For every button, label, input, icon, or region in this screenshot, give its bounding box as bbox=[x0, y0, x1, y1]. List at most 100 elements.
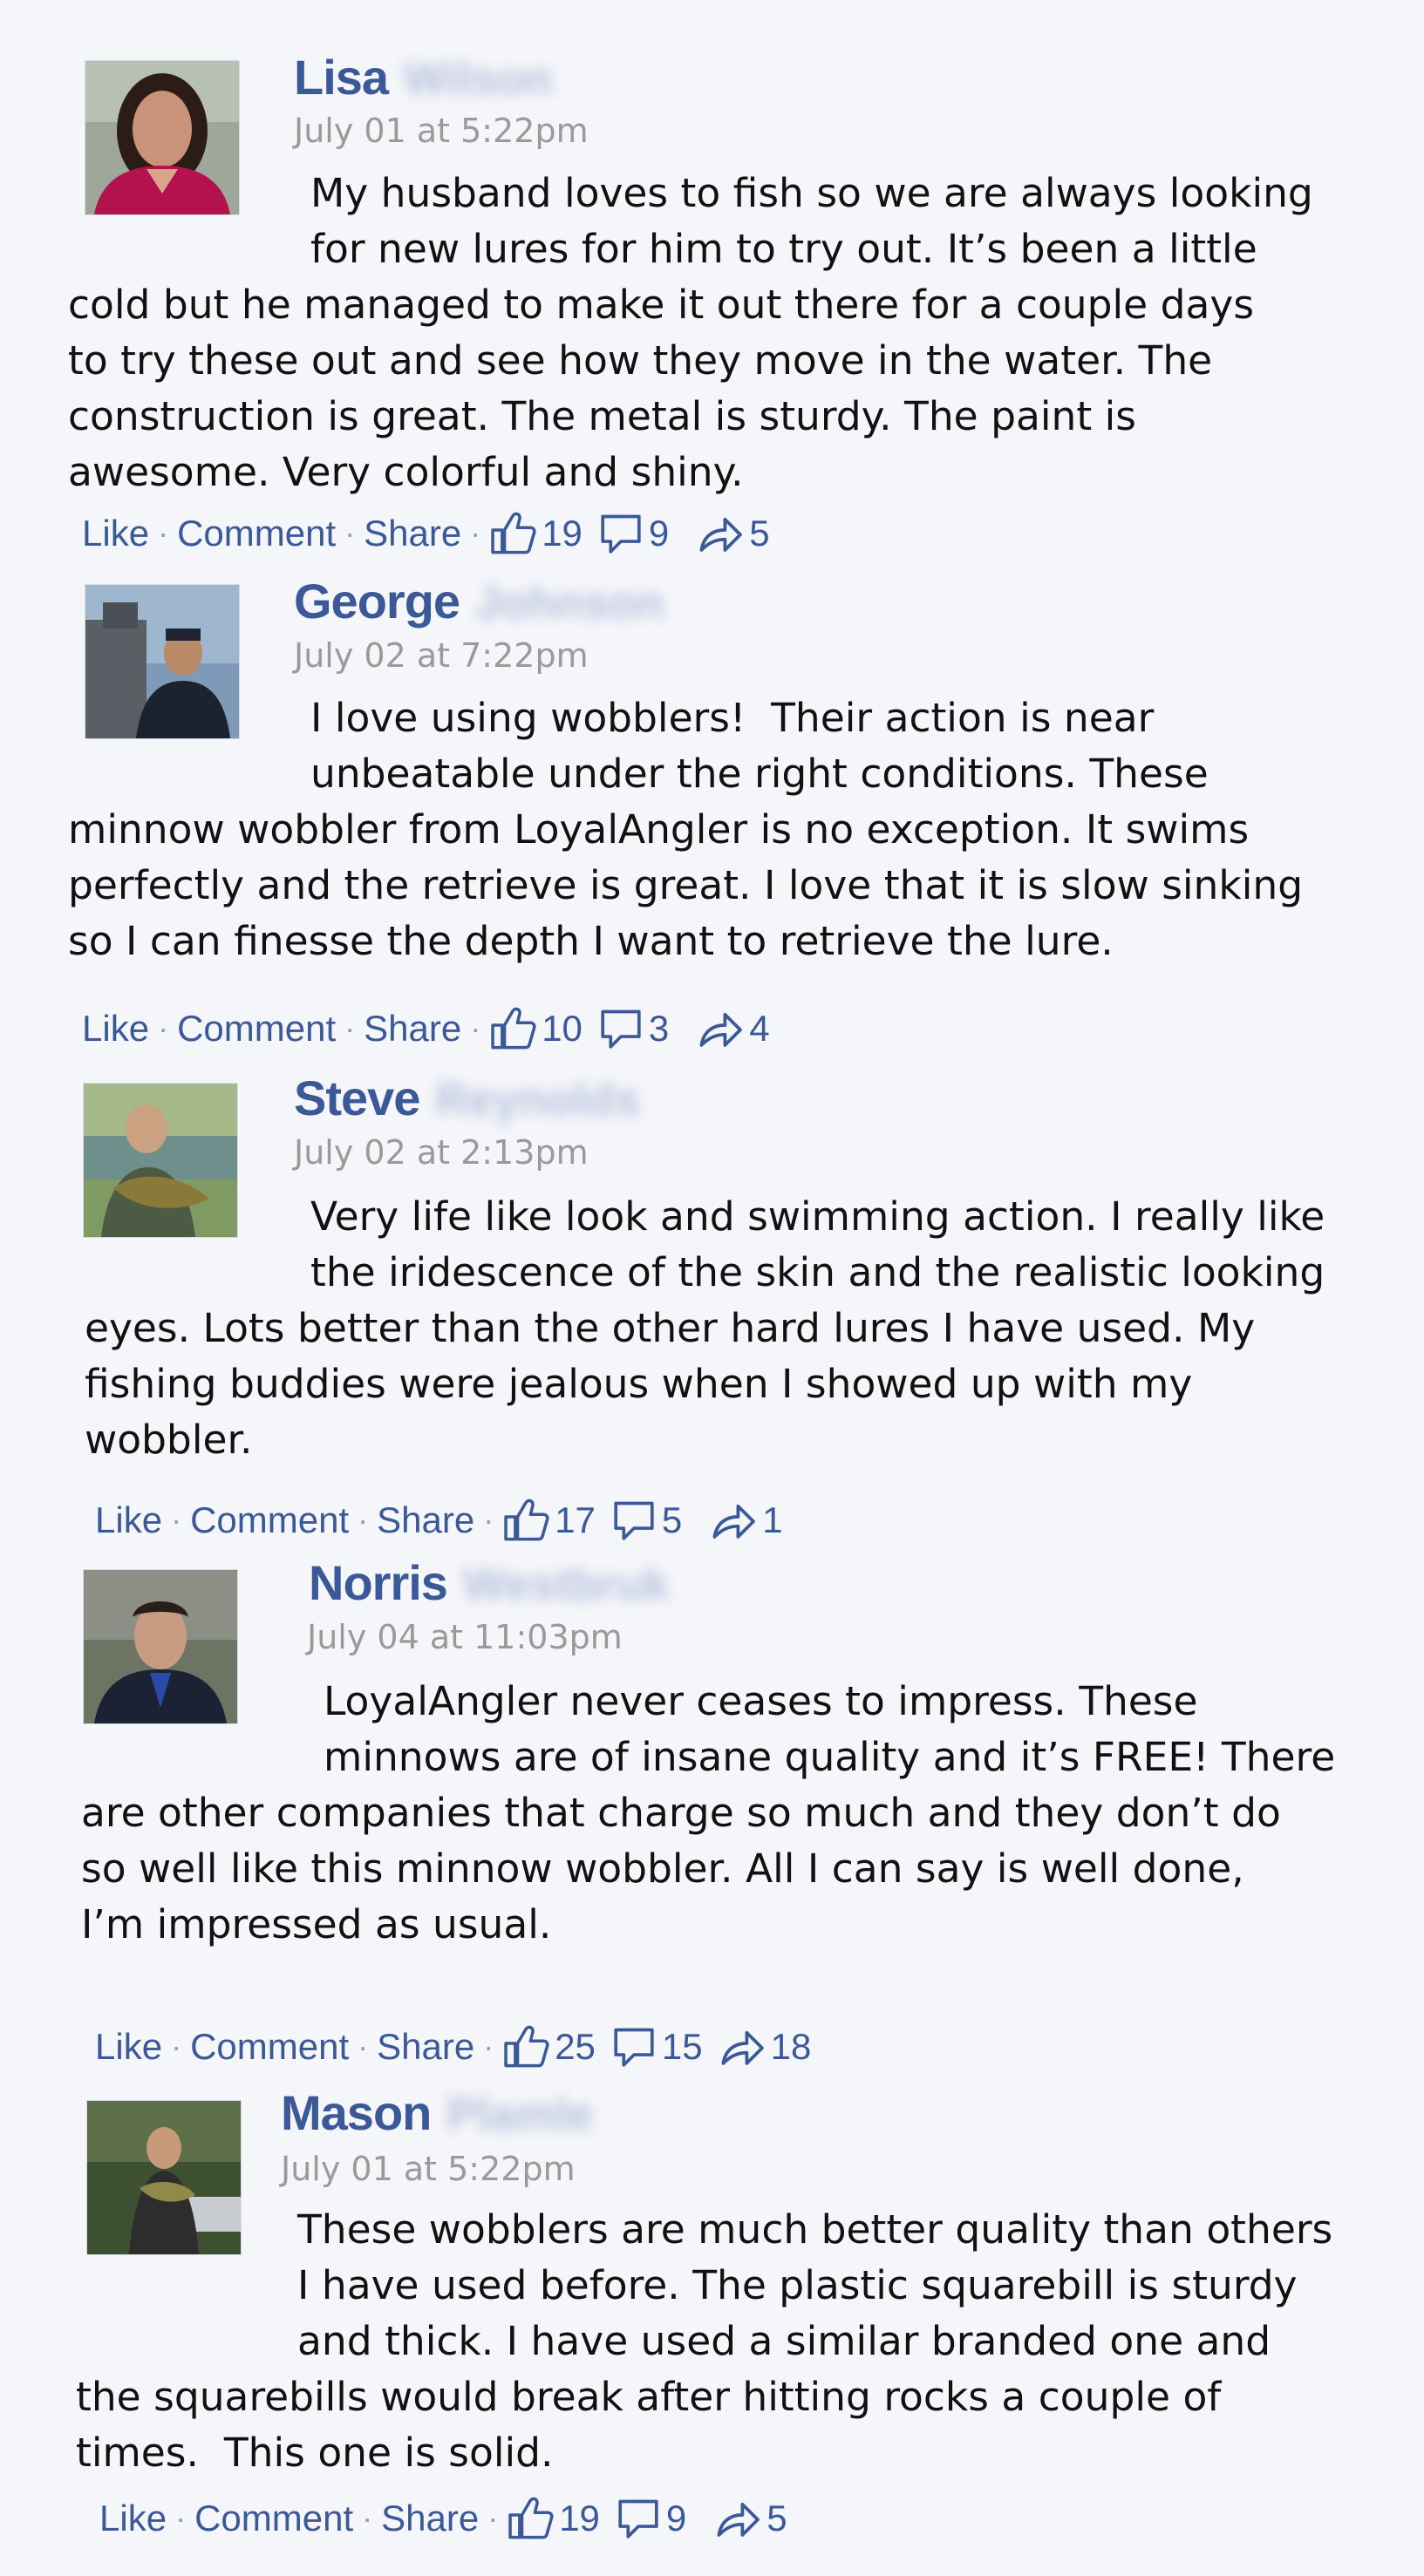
author-first-name[interactable]: George bbox=[294, 573, 460, 629]
separator: · bbox=[171, 1502, 182, 1538]
like-count: 10 bbox=[542, 1008, 583, 1049]
author-name: Mason Plamle bbox=[281, 2084, 593, 2141]
separator: · bbox=[158, 1010, 169, 1046]
comment-line: are other companies that charge so much … bbox=[81, 1790, 1281, 1836]
share-count-icon[interactable] bbox=[697, 1005, 744, 1052]
separator: · bbox=[487, 2500, 499, 2536]
comment-actions: Like · Comment · Share · 19 9 5 bbox=[82, 510, 786, 557]
author-first-name[interactable]: Norris bbox=[309, 1554, 448, 1611]
comment-timestamp[interactable]: July 01 at 5:22pm bbox=[294, 112, 589, 150]
separator: · bbox=[470, 1010, 481, 1046]
comment-count-icon[interactable] bbox=[598, 511, 644, 556]
comment-actions: Like · Comment · Share · 25 15 18 bbox=[95, 2023, 827, 2070]
like-link[interactable]: Like bbox=[82, 1008, 149, 1050]
comment-actions: Like · Comment · Share · 10 3 4 bbox=[82, 1005, 786, 1052]
share-count-icon[interactable] bbox=[697, 510, 744, 557]
share-count: 5 bbox=[749, 513, 770, 554]
share-count-icon[interactable] bbox=[719, 2023, 766, 2070]
comment-line: perfectly and the retrieve is great. I l… bbox=[68, 862, 1304, 908]
comment-line: cold but he managed to make it out there… bbox=[68, 282, 1255, 328]
share-link[interactable]: Share bbox=[377, 1499, 474, 1541]
comment-timestamp[interactable]: July 02 at 2:13pm bbox=[294, 1133, 589, 1172]
comment-line: I love using wobblers! Their action is n… bbox=[310, 695, 1155, 741]
share-count: 5 bbox=[767, 2498, 787, 2539]
author-first-name[interactable]: Steve bbox=[294, 1070, 420, 1126]
comment-actions: Like · Comment · Share · 19 9 5 bbox=[99, 2495, 803, 2542]
comment-link[interactable]: Comment bbox=[190, 2026, 349, 2068]
like-link[interactable]: Like bbox=[95, 1499, 162, 1541]
like-count-icon[interactable] bbox=[502, 2023, 549, 2070]
comment-line: These wobblers are much better quality t… bbox=[297, 2206, 1333, 2253]
comment-count-icon[interactable] bbox=[611, 2024, 657, 2070]
comment-line: minnows are of insane quality and it’s F… bbox=[324, 1734, 1336, 1780]
comment-text: I love using wobblers! Their action is n… bbox=[68, 690, 1303, 969]
comment-line: I have used before. The plastic squarebi… bbox=[297, 2262, 1298, 2308]
like-count: 19 bbox=[542, 513, 583, 554]
share-count-icon[interactable] bbox=[710, 1497, 757, 1544]
like-count-icon[interactable] bbox=[489, 510, 536, 557]
comment-line: construction is great. The metal is stur… bbox=[68, 393, 1137, 439]
author-first-name[interactable]: Lisa bbox=[294, 49, 389, 105]
author-name: Lisa Wilson bbox=[294, 49, 552, 105]
comment-line: I’m impressed as usual. bbox=[81, 1901, 552, 1947]
comment-line: times. This one is solid. bbox=[76, 2430, 554, 2476]
comment-link[interactable]: Comment bbox=[190, 1499, 349, 1541]
author-last-name-blurred: Johnson bbox=[475, 578, 664, 629]
share-link[interactable]: Share bbox=[364, 513, 461, 554]
share-count-icon[interactable] bbox=[714, 2495, 761, 2542]
comment-line: fishing buddies were jealous when I show… bbox=[85, 1361, 1193, 1407]
separator: · bbox=[362, 2500, 373, 2536]
separator: · bbox=[483, 2029, 494, 2064]
comment-count: 9 bbox=[665, 2498, 687, 2539]
like-link[interactable]: Like bbox=[95, 2026, 162, 2068]
comment-line: Very life like look and swimming action.… bbox=[310, 1193, 1325, 1240]
comment-text: LoyalAngler never ceases to impress. The… bbox=[81, 1674, 1335, 1953]
separator: · bbox=[344, 1010, 356, 1046]
author-first-name[interactable]: Mason bbox=[281, 2084, 432, 2141]
comment-line: unbeatable under the right conditions. T… bbox=[310, 751, 1209, 797]
share-count: 4 bbox=[749, 1008, 770, 1049]
separator: · bbox=[171, 2029, 182, 2064]
comment-count: 3 bbox=[648, 1008, 670, 1049]
comment-line: the iridescence of the skin and the real… bbox=[310, 1249, 1325, 1295]
comment-link[interactable]: Comment bbox=[177, 513, 336, 554]
separator: · bbox=[344, 515, 356, 551]
like-count-icon[interactable] bbox=[489, 1005, 536, 1052]
like-count-icon[interactable] bbox=[507, 2495, 554, 2542]
comment-line: the squarebills would break after hittin… bbox=[76, 2374, 1222, 2420]
separator: · bbox=[175, 2500, 187, 2536]
like-count: 25 bbox=[555, 2026, 596, 2067]
share-count: 18 bbox=[770, 2026, 812, 2067]
share-link[interactable]: Share bbox=[377, 2026, 474, 2068]
comment-text: Very life like look and swimming action.… bbox=[85, 1189, 1325, 1468]
author-last-name-blurred: Westbruk bbox=[462, 1560, 669, 1610]
comment-count-icon[interactable] bbox=[611, 1498, 657, 1543]
comment-text: My husband loves to fish so we are alway… bbox=[68, 166, 1313, 500]
comment-actions: Like · Comment · Share · 17 5 1 bbox=[95, 1497, 799, 1544]
comment-line: so I can finesse the depth I want to ret… bbox=[68, 918, 1114, 964]
comment-count: 9 bbox=[648, 513, 670, 554]
separator: · bbox=[358, 2029, 369, 2064]
comment-count: 5 bbox=[661, 1499, 683, 1540]
comment-line: to try these out and see how they move i… bbox=[68, 337, 1213, 384]
comment-link[interactable]: Comment bbox=[177, 1008, 336, 1050]
author-last-name-blurred: Plamle bbox=[446, 2090, 594, 2140]
like-link[interactable]: Like bbox=[82, 513, 149, 554]
like-link[interactable]: Like bbox=[99, 2498, 167, 2539]
comment-timestamp[interactable]: July 02 at 7:22pm bbox=[294, 636, 589, 675]
comment-line: eyes. Lots better than the other hard lu… bbox=[85, 1305, 1256, 1351]
comment-count: 15 bbox=[661, 2026, 703, 2067]
comment-link[interactable]: Comment bbox=[194, 2498, 353, 2539]
share-link[interactable]: Share bbox=[381, 2498, 479, 2539]
comment-timestamp[interactable]: July 04 at 11:03pm bbox=[307, 1618, 623, 1656]
comment-line: awesome. Very colorful and shiny. bbox=[68, 449, 744, 495]
comment-line: minnow wobbler from LoyalAngler is no ex… bbox=[68, 806, 1250, 853]
comment-count-icon[interactable] bbox=[616, 2496, 661, 2541]
comment-timestamp[interactable]: July 01 at 5:22pm bbox=[281, 2150, 576, 2188]
like-count-icon[interactable] bbox=[502, 1497, 549, 1544]
comment-count-icon[interactable] bbox=[598, 1006, 644, 1051]
comment-line: and thick. I have used a similar branded… bbox=[297, 2318, 1271, 2364]
comment-line: My husband loves to fish so we are alway… bbox=[310, 170, 1313, 216]
comment-text: These wobblers are much better quality t… bbox=[76, 2202, 1332, 2481]
share-link[interactable]: Share bbox=[364, 1008, 461, 1050]
